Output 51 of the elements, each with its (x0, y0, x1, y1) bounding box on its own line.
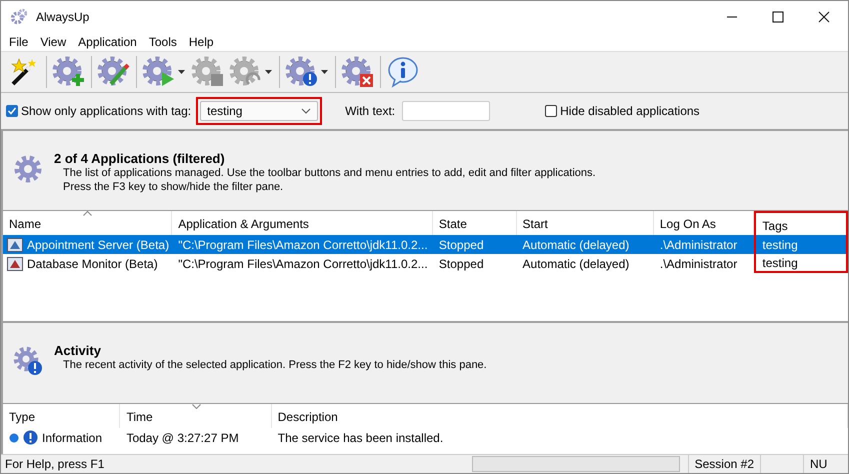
dot-icon (9, 432, 19, 442)
table-cell: Stopped (438, 256, 484, 270)
app-icon (7, 256, 23, 272)
table-cell: Database Monitor (Beta) (27, 256, 158, 270)
session-indicator: Session #2 (688, 455, 760, 473)
menu-item[interactable]: File (3, 34, 34, 48)
tag-filter-checkbox[interactable]: Show only applications with tag: (6, 104, 192, 118)
window-title: AlwaysUp (36, 10, 90, 24)
column-header[interactable]: Time (120, 404, 272, 428)
table-cell: "C:\Program Files\Amazon Corretto\jdk11.0.2... (178, 238, 428, 252)
table-row[interactable]: Database Monitor (Beta) "C:\Program Files\Amazon Corretto\jdk11.0.2... Stopped Automatic (delayed) .\Administrator testing (3, 254, 848, 273)
table-cell: .\Administrator (660, 256, 738, 270)
check-icon (7, 106, 17, 116)
table-cell: Automatic (delayed) (522, 256, 630, 270)
text-filter-label: With text: (345, 104, 396, 118)
table-cell: Appointment Server (Beta) (27, 238, 170, 252)
table-cell: Stopped (438, 238, 484, 252)
caret-icon[interactable] (321, 70, 328, 74)
caret-icon[interactable] (178, 70, 185, 74)
gear-icon (10, 8, 28, 26)
pane-description: The list of applications managed. Use the toolbar buttons and menu entries to add, edit and filter applications. (62, 166, 596, 180)
menu-item[interactable]: Tools (142, 34, 183, 48)
table-cell: testing (762, 238, 798, 252)
table-cell: Information (42, 430, 102, 444)
pane-title: Activity (54, 343, 102, 358)
maximize-icon[interactable] (772, 10, 784, 22)
info-icon (23, 430, 38, 445)
pane-title: 2 of 4 Applications (filtered) (54, 151, 226, 166)
pane-description: The recent activity of the selected application. Press the F2 key to hide/show this pane. (62, 358, 487, 372)
table-cell: Today @ 3:27:27 PM (126, 430, 239, 444)
close-icon[interactable] (818, 10, 830, 22)
menu-item[interactable]: View (34, 34, 72, 48)
pane-description: Press the F3 key to show/hide the filter pane. (62, 180, 284, 194)
table-cell: .\Administrator (660, 238, 738, 252)
tag-dropdown[interactable]: testing (200, 101, 318, 121)
table-cell: testing (762, 256, 798, 270)
app-icon (7, 236, 23, 252)
table-cell: "C:\Program Files\Amazon Corretto\jdk11.0.2... (178, 256, 428, 270)
column-header[interactable]: Type (3, 404, 120, 428)
chevron-icon (301, 108, 312, 114)
table-row[interactable]: Appointment Server (Beta) "C:\Program Files\Amazon Corretto\jdk11.0.2... Stopped Automatic (delayed) .\Administrator testing (3, 235, 848, 254)
status-indicator: NU (803, 455, 848, 473)
text-filter-field[interactable] (402, 101, 490, 121)
table-cell: Automatic (delayed) (522, 238, 630, 252)
table-cell: The service has been installed. (278, 430, 444, 444)
status-text: For Help, press F1 (4, 457, 106, 471)
gear-icon (12, 153, 44, 185)
menu-item[interactable]: Application (72, 34, 143, 48)
menu-item[interactable]: Help (182, 34, 220, 48)
column-header[interactable]: Description (272, 404, 848, 428)
gear-alert-icon (12, 345, 44, 377)
